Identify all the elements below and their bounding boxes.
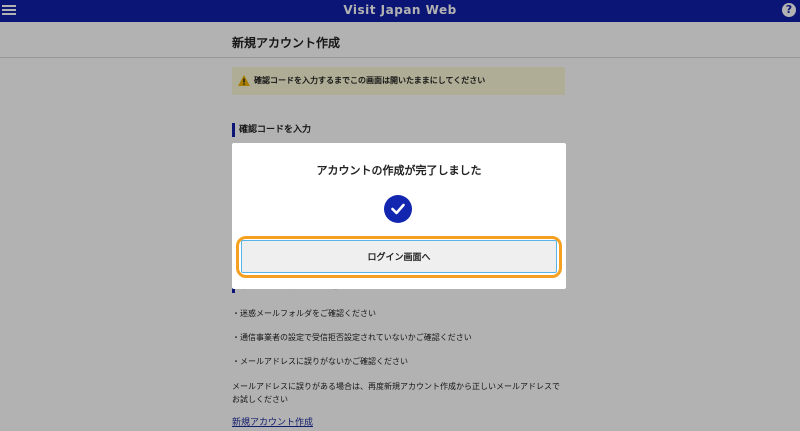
check-circle-icon	[384, 195, 412, 223]
completion-dialog: アカウントの作成が完了しました ログイン画面へ	[232, 143, 566, 289]
login-button[interactable]: ログイン画面へ	[241, 240, 557, 273]
dialog-title: アカウントの作成が完了しました	[316, 164, 482, 177]
